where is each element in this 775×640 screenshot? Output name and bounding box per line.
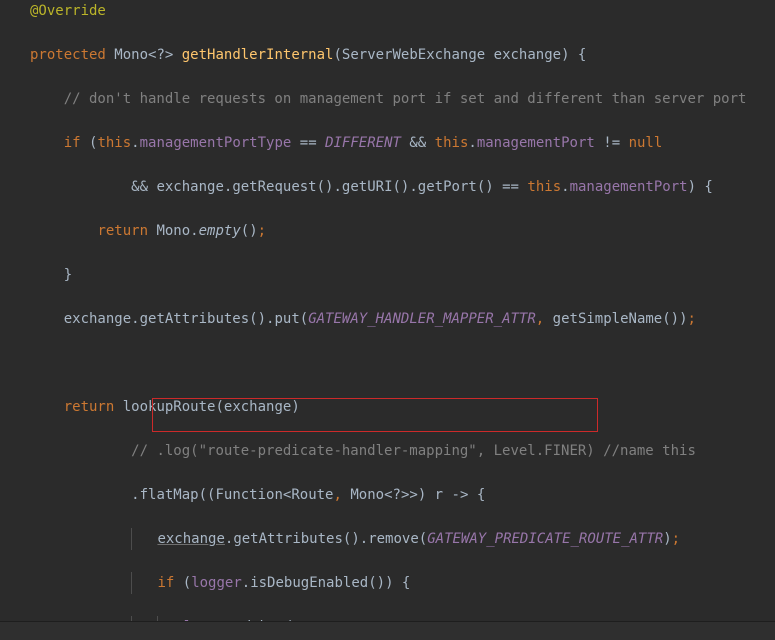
- code-editor[interactable]: @Override protected Mono<?> getHandlerIn…: [0, 0, 775, 640]
- status-bar: [0, 621, 775, 640]
- annotation: @Override: [30, 3, 106, 19]
- editor-viewport[interactable]: @Override protected Mono<?> getHandlerIn…: [0, 0, 775, 640]
- method-name: getHandlerInternal: [182, 47, 334, 63]
- lambda-exchange: exchange: [157, 531, 224, 547]
- keyword-protected: protected: [30, 47, 106, 63]
- comment: // don't handle requests on management p…: [64, 91, 747, 107]
